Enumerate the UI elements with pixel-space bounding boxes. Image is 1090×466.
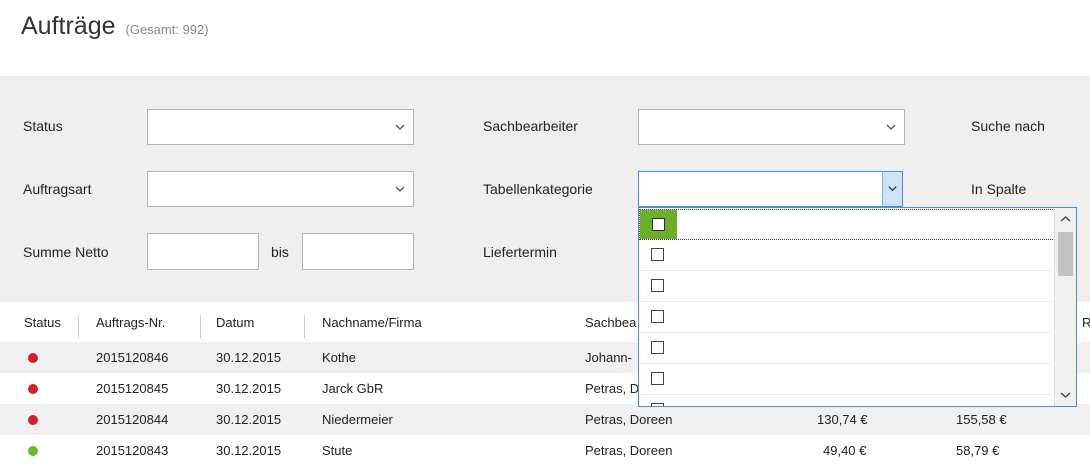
column-separator[interactable] [200, 315, 201, 338]
order-date: 30.12.2015 [216, 381, 282, 396]
status-select[interactable] [147, 109, 414, 145]
customer-name: Kothe [322, 350, 356, 365]
customer-name: Niedermeier [322, 412, 393, 427]
auftragsart-select[interactable] [147, 171, 414, 207]
suche-nach-label: Suche nach [971, 118, 1045, 134]
sachbearbeiter-label: Sachbearbeiter [483, 118, 578, 134]
dropdown-option[interactable] [639, 364, 1055, 395]
order-number: 2015120843 [96, 443, 169, 458]
clerk-name: Petras, Doreen [585, 412, 673, 427]
net-amount: 49,40 € [823, 443, 867, 458]
clerk-name: Petras, D [585, 381, 640, 396]
order-number: 2015120845 [96, 381, 169, 396]
option-checkbox[interactable] [651, 279, 664, 292]
liefertermin-label: Liefertermin [483, 244, 557, 260]
dropdown-scrollbar[interactable] [1054, 208, 1076, 406]
clerk-name: Johann- [585, 350, 632, 365]
order-number: 2015120844 [96, 412, 169, 427]
option-checkbox[interactable] [651, 310, 664, 323]
scroll-down-icon[interactable] [1059, 390, 1072, 400]
order-date: 30.12.2015 [216, 443, 282, 458]
option-checkbox[interactable] [651, 403, 664, 406]
gross-amount: 155,58 € [956, 412, 1007, 427]
chevron-down-icon [888, 186, 897, 192]
sachbearbeiter-select[interactable] [638, 109, 905, 145]
dropdown-option[interactable] [639, 240, 1055, 271]
tabellenkategorie-select[interactable] [638, 171, 903, 207]
status-dot [28, 353, 38, 363]
total-count: (Gesamt: 992) [125, 22, 209, 37]
col-datum[interactable]: Datum [216, 315, 254, 330]
table-row[interactable]: 2015120843 30.12.2015 Stute Petras, Dore… [0, 435, 1090, 466]
col-r[interactable]: R [1082, 315, 1090, 330]
option-checkbox[interactable] [652, 218, 665, 231]
status-label: Status [23, 118, 63, 134]
dropdown-option[interactable] [639, 271, 1055, 302]
summe-netto-from-input[interactable] [147, 233, 259, 270]
net-amount: 130,74 € [817, 412, 868, 427]
customer-name: Stute [322, 443, 353, 458]
customer-name: Jarck GbR [322, 381, 384, 396]
chevron-down-icon [395, 186, 405, 192]
col-sachbearbeiter[interactable]: Sachbea [585, 315, 636, 330]
summe-netto-to-input[interactable] [302, 233, 414, 270]
dropdown-option[interactable] [639, 209, 1055, 240]
auftragsart-label: Auftragsart [23, 181, 92, 197]
col-status[interactable]: Status [24, 315, 61, 330]
gross-amount: 58,79 € [956, 443, 1000, 458]
column-separator[interactable] [78, 315, 79, 338]
order-date: 30.12.2015 [216, 350, 282, 365]
status-dot [28, 415, 38, 425]
bis-label: bis [271, 244, 289, 260]
tabellenkategorie-label: Tabellenkategorie [483, 181, 593, 197]
order-date: 30.12.2015 [216, 412, 282, 427]
table-row[interactable]: 2015120844 30.12.2015 Niedermeier Petras… [0, 404, 1090, 435]
clerk-name: Petras, Doreen [585, 443, 673, 458]
dropdown-option[interactable] [639, 333, 1055, 364]
col-auftrags-nr[interactable]: Auftrags-Nr. [96, 315, 165, 330]
dropdown-toggle-button[interactable] [882, 172, 902, 206]
summe-netto-label: Summe Netto [23, 244, 109, 260]
option-checkbox[interactable] [651, 248, 664, 261]
dropdown-option[interactable] [639, 302, 1055, 333]
checkbox-highlight [640, 210, 677, 239]
tabellenkategorie-dropdown-list[interactable] [638, 207, 1077, 407]
scroll-up-icon[interactable] [1059, 214, 1072, 224]
column-separator[interactable] [304, 315, 305, 338]
order-number: 2015120846 [96, 350, 169, 365]
page-header: Aufträge (Gesamt: 992) [21, 12, 209, 41]
chevron-down-icon [395, 124, 405, 130]
chevron-down-icon [886, 124, 896, 130]
status-dot [28, 446, 38, 456]
scrollbar-thumb[interactable] [1058, 232, 1073, 276]
status-dot [28, 384, 38, 394]
dropdown-option[interactable] [639, 395, 1055, 406]
option-checkbox[interactable] [651, 372, 664, 385]
option-checkbox[interactable] [651, 341, 664, 354]
in-spalte-label: In Spalte [971, 181, 1027, 197]
page-title: Aufträge [21, 12, 116, 40]
col-nachname-firma[interactable]: Nachname/Firma [322, 315, 422, 330]
